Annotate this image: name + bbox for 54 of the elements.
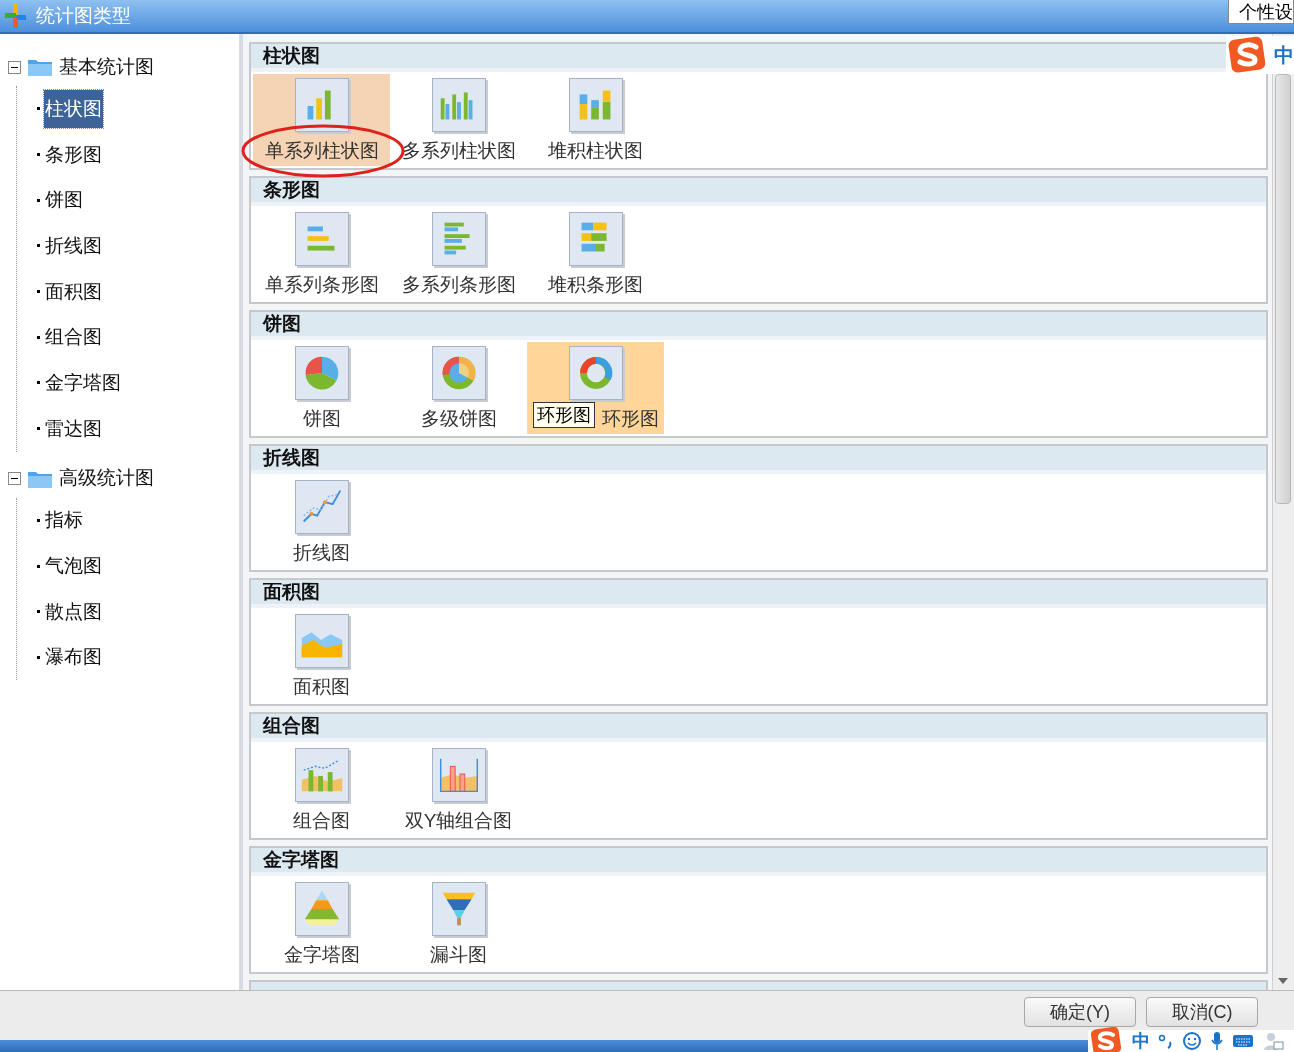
dialog-button[interactable]: 确定(Y) xyxy=(1024,997,1136,1027)
tree-item[interactable]: 瀑布图 xyxy=(44,638,103,677)
group-title: 面积图 xyxy=(263,579,320,604)
microphone-icon[interactable] xyxy=(1210,1031,1224,1051)
stackhbar-chart-icon xyxy=(568,212,623,266)
tree-item[interactable]: 指标 xyxy=(44,501,84,540)
area-chart-icon xyxy=(294,614,349,668)
expand-toggle[interactable] xyxy=(8,60,21,74)
punctuation-icon[interactable] xyxy=(1158,1032,1174,1050)
chart-type-option[interactable]: 单系列柱状图 xyxy=(253,74,390,166)
group-title: 金字塔图 xyxy=(263,847,339,872)
folder-icon xyxy=(27,57,53,77)
tree-item[interactable]: 柱状图 xyxy=(44,89,103,128)
hbar-chart-icon xyxy=(294,212,349,266)
group-title: 条形图 xyxy=(263,177,320,202)
group-title: 折线图 xyxy=(263,445,320,470)
app-logo-icon xyxy=(4,3,28,29)
tooltip: 环形图 xyxy=(533,402,595,428)
ime-tooltip: 个性设 xyxy=(1228,0,1294,24)
tree-item[interactable]: 组合图 xyxy=(44,318,103,357)
scrollbar[interactable] xyxy=(1272,34,1294,990)
group-title: 组合图 xyxy=(263,713,320,738)
tree-item[interactable]: 面积图 xyxy=(44,272,103,311)
tree-group-label[interactable]: 高级统计图 xyxy=(59,464,154,493)
expand-toggle[interactable] xyxy=(8,472,21,485)
group-title: 柱状图 xyxy=(263,43,320,68)
multibar-chart-icon xyxy=(431,78,486,132)
tree-item[interactable]: 散点图 xyxy=(44,592,103,631)
tree-item[interactable]: 饼图 xyxy=(44,181,84,220)
tree-item[interactable]: 折线图 xyxy=(44,226,103,265)
smiley-icon[interactable] xyxy=(1182,1031,1202,1051)
chart-type-option[interactable]: 环形图 环形图 xyxy=(527,342,664,434)
tree-item[interactable]: 金字塔图 xyxy=(44,363,122,402)
stackbar-chart-icon xyxy=(568,78,623,132)
pyramid-chart-icon xyxy=(294,882,349,936)
multipie-chart-icon xyxy=(431,346,486,400)
combo-chart-icon xyxy=(294,748,349,802)
tree-item[interactable]: 雷达图 xyxy=(44,409,103,448)
bar-chart-icon xyxy=(294,78,349,132)
tree-item[interactable]: 条形图 xyxy=(44,135,103,174)
keyboard-icon[interactable] xyxy=(1232,1033,1254,1049)
window-title: 统计图类型 xyxy=(36,3,131,28)
group-title: 饼图 xyxy=(263,311,301,336)
ime-mode-button[interactable]: 中 xyxy=(1132,1027,1150,1052)
tree-group-label[interactable]: 基本统计图 xyxy=(59,52,154,82)
funnel-chart-icon xyxy=(431,882,486,936)
dialog-button[interactable]: 取消(C) xyxy=(1146,997,1258,1027)
donut-chart-icon xyxy=(568,346,623,400)
pie-chart-icon xyxy=(294,346,349,400)
dualaxis-chart-icon xyxy=(431,748,486,802)
scroll-down-icon[interactable] xyxy=(1277,976,1289,986)
multihbar-chart-icon xyxy=(431,212,486,266)
tree-item[interactable]: 气泡图 xyxy=(44,547,103,586)
line-chart-icon xyxy=(294,480,349,534)
